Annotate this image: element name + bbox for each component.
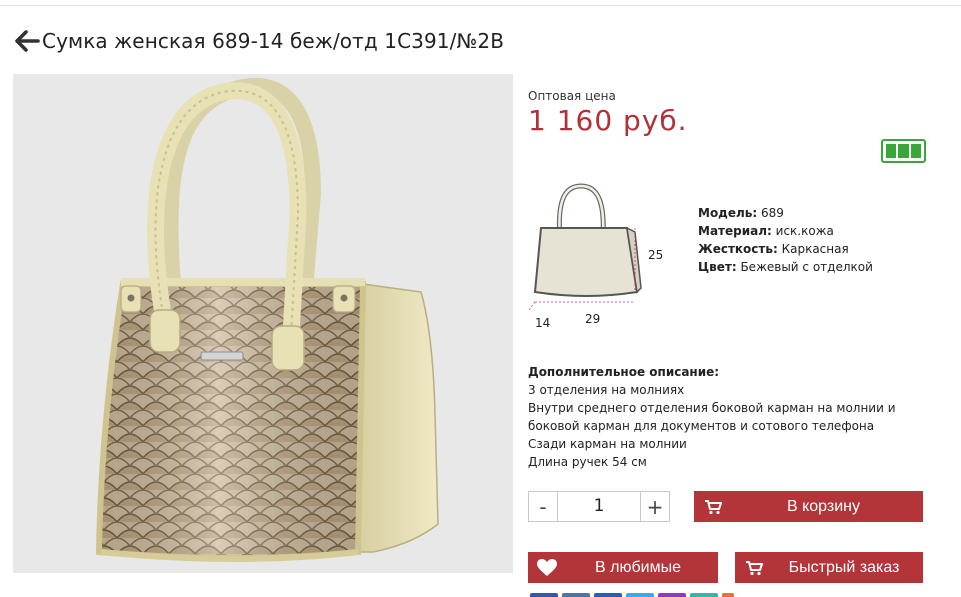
arrow-left-icon[interactable] (14, 28, 40, 54)
description-line: Длина ручек 54 см (528, 455, 647, 469)
add-to-cart-label: В корзину (786, 497, 861, 515)
top-divider (0, 0, 961, 6)
property-row: Цвет: Бежевый с отделкой (698, 260, 873, 274)
quick-order-button[interactable]: Быстрый заказ (735, 552, 923, 583)
heart-icon (528, 558, 566, 577)
price-label: Оптовая цена (528, 89, 616, 103)
cart-icon (735, 560, 773, 576)
add-to-favorites-label: В любимые (595, 558, 681, 576)
page-title: Сумка женская 689-14 беж/отд 1С391/№2В (42, 29, 505, 53)
share-button[interactable] (722, 593, 734, 597)
add-to-favorites-button[interactable]: В любимые (528, 552, 718, 583)
description-line: Внутри среднего отделения боковой карман… (528, 401, 896, 415)
dimension-width: 29 (585, 312, 600, 326)
product-properties: Модель: 689 Материал: иск.кожа Жесткость… (698, 204, 873, 276)
stock-bar (910, 144, 921, 158)
quick-order-label: Быстрый заказ (788, 558, 900, 576)
share-button[interactable] (530, 593, 558, 597)
share-buttons (530, 593, 734, 597)
dimensions-diagram: 25 14 29 (527, 180, 672, 330)
property-row: Жесткость: Каркасная (698, 242, 849, 256)
price-value: 1 160 руб. (528, 104, 688, 137)
title-bar: Сумка женская 689-14 беж/отд 1С391/№2В (14, 26, 504, 56)
share-button[interactable] (626, 593, 654, 597)
property-row: Модель: 689 (698, 206, 784, 220)
quantity-minus-button[interactable]: - (528, 491, 558, 522)
cart-icon (694, 499, 732, 515)
quantity-plus-button[interactable]: + (640, 491, 670, 522)
battery-full-icon (881, 139, 926, 163)
add-to-cart-button[interactable]: В корзину (694, 491, 923, 522)
property-row: Материал: иск.кожа (698, 224, 834, 238)
quantity-stepper: - 1 + (528, 491, 670, 522)
quantity-input[interactable]: 1 (558, 491, 640, 522)
dimension-height: 25 (648, 248, 663, 262)
dimension-depth: 14 (535, 316, 550, 330)
description-line: Сзади карман на молнии (528, 437, 687, 451)
stock-bar (886, 144, 897, 158)
share-button[interactable] (658, 593, 686, 597)
description-title: Дополнительное описание: (528, 365, 720, 379)
share-button[interactable] (594, 593, 622, 597)
share-button[interactable] (690, 593, 718, 597)
share-button[interactable] (562, 593, 590, 597)
product-photo[interactable] (13, 74, 513, 573)
description-line: 3 отделения на молниях (528, 383, 685, 397)
additional-description: Дополнительное описание: 3 отделения на … (528, 363, 898, 471)
stock-bar (898, 144, 909, 158)
description-line: боковой карман для документов и сотового… (528, 419, 875, 433)
